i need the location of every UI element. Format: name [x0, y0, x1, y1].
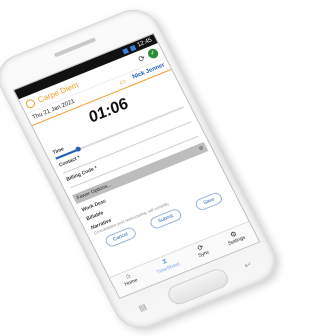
- nav-item-sync[interactable]: ⟳ Sync: [193, 240, 213, 264]
- signal-icon: [129, 44, 137, 51]
- options-toggle-icon: ⊖: [197, 144, 205, 152]
- calendar-icon[interactable]: ✓: [146, 47, 161, 60]
- nav-item-settings[interactable]: ⚙ Settings: [222, 226, 249, 252]
- menu-softkey-icon[interactable]: ▤: [137, 302, 148, 313]
- app-screen: 12:45 Carpe Diem ⟳ ✓ Thu 21 Jan 2021 ▭ N…: [12, 32, 261, 300]
- back-softkey-icon[interactable]: ↩: [243, 260, 253, 271]
- nav-label-home: Home: [123, 277, 139, 288]
- wifi-icon: [121, 47, 129, 54]
- nav-label-settings: Settings: [227, 234, 247, 247]
- nav-item-home[interactable]: ⌂ Home: [120, 269, 142, 294]
- phone-device: 12:45 Carpe Diem ⟳ ✓ Thu 21 Jan 2021 ▭ N…: [0, 2, 285, 336]
- app-logo-icon: [24, 97, 37, 109]
- nav-item-timesheet[interactable]: ⧗ TimeSheet: [151, 252, 183, 281]
- sync-icon[interactable]: ⟳: [136, 53, 146, 64]
- phone-speaker: [53, 37, 97, 58]
